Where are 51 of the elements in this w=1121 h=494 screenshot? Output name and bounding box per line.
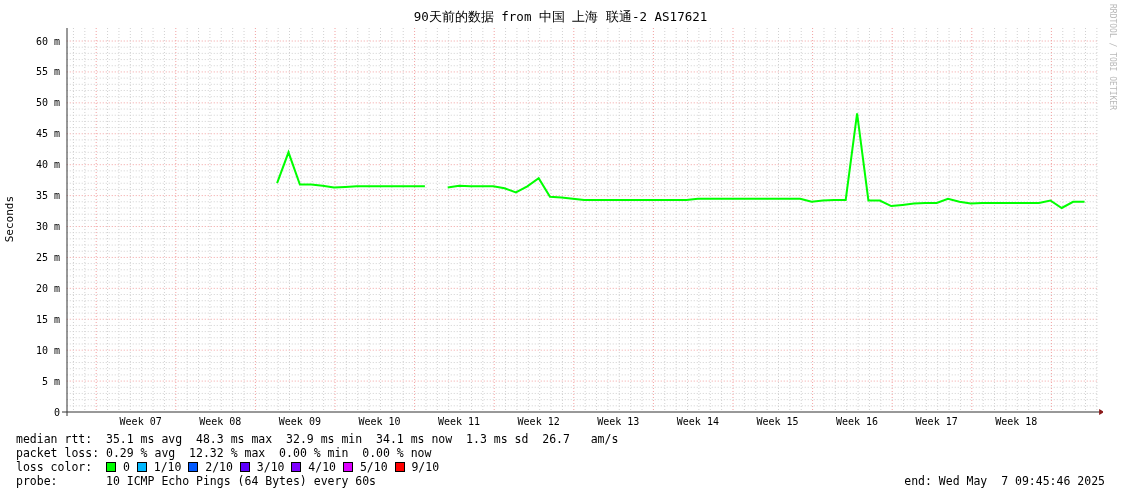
- stat-value: 32.9 ms min: [286, 432, 363, 446]
- x-tick-label: Week 18: [995, 416, 1038, 427]
- end-time: end: Wed May 7 09:45:46 2025: [904, 474, 1105, 488]
- y-tick-label: 0: [53, 406, 60, 418]
- y-tick-label: 15 m: [35, 313, 60, 325]
- legend-item-label: 0: [122, 460, 130, 474]
- y-tick-label: 20 m: [35, 282, 60, 294]
- chart-title: 90天前的数据 from 中国 上海 联通-2 AS17621: [413, 9, 708, 25]
- y-tick-label: 25 m: [35, 251, 60, 263]
- x-tick-label: Week 09: [278, 416, 321, 427]
- y-tick-label: 30 m: [35, 221, 60, 232]
- stat-value: 35.1 ms avg: [106, 432, 183, 446]
- stat-value: 34.1 ms now: [376, 432, 453, 446]
- y-tick-label: 55 m: [35, 66, 60, 78]
- x-tick-label: Week 12: [517, 416, 560, 427]
- x-tick-label: Week 14: [676, 416, 719, 427]
- y-tick-label: 35 m: [35, 190, 60, 202]
- legend-label: probe:: [16, 474, 59, 488]
- y-tick-label: 60 m: [35, 35, 60, 47]
- y-tick-label: 50 m: [35, 97, 60, 109]
- legend-item-label: 3/10: [256, 460, 285, 474]
- legend-item-label: 2/10: [205, 460, 233, 474]
- stat-value: 1.3 ms sd: [466, 432, 529, 446]
- probe-value: 10 ICMP Echo Pings (64 Bytes) every 60s: [106, 474, 377, 488]
- y-tick-label: 40 m: [35, 159, 60, 171]
- x-tick-label: Week 08: [199, 416, 242, 427]
- y-tick-label: 10 m: [35, 344, 60, 356]
- x-tick-label: Week 13: [597, 416, 640, 427]
- watermark-text: RRDTOOL / TOBI OETIKER: [1107, 4, 1117, 110]
- legend-item-label: 1/10: [153, 460, 182, 474]
- stat-value: 0.00 % now: [362, 446, 432, 460]
- legend-label: loss color:: [16, 460, 94, 474]
- axis-title: Seconds: [2, 195, 16, 243]
- y-tick-label: 5 m: [41, 375, 60, 387]
- legend-item-label: 5/10: [359, 460, 388, 474]
- stat-value: 48.3 ms max: [196, 432, 273, 446]
- legend-item-label: 9/10: [411, 460, 440, 474]
- x-tick-label: Week 07: [119, 416, 162, 427]
- x-tick-label: Week 16: [836, 416, 879, 427]
- stat-value: 0.29 % avg: [106, 446, 176, 460]
- stat-value: 12.32 % max: [189, 446, 266, 460]
- legend-item-label: 4/10: [308, 460, 337, 474]
- stat-value: 26.7 am/s: [542, 432, 619, 446]
- x-tick-label: Week 11: [438, 416, 481, 427]
- y-tick-label: 45 m: [35, 128, 60, 140]
- x-tick-label: Week 10: [358, 416, 401, 427]
- stat-value: 0.00 % min: [279, 446, 349, 460]
- x-tick-label: Week 17: [915, 416, 958, 427]
- legend-label: median rtt:: [16, 432, 94, 446]
- x-tick-label: Week 15: [756, 416, 799, 427]
- legend-label: packet loss:: [16, 446, 101, 460]
